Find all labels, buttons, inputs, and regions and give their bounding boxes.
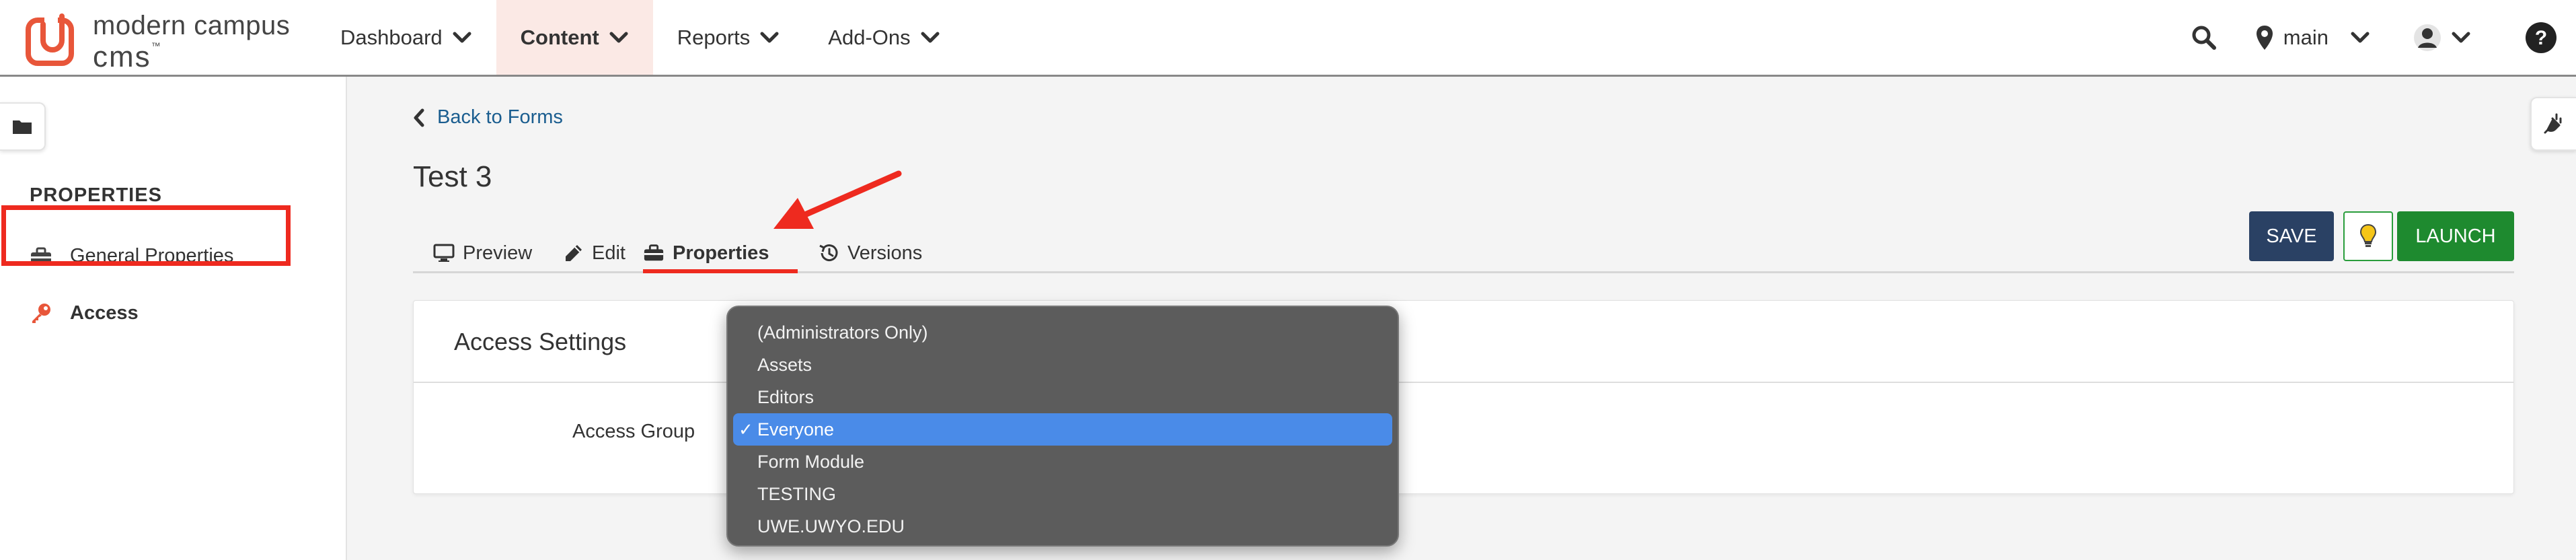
- help-button[interactable]: ?: [2525, 22, 2557, 54]
- access-group-dropdown[interactable]: (Administrators Only) Assets Editors ✓ E…: [726, 306, 1399, 547]
- user-menu[interactable]: [2413, 24, 2471, 52]
- user-icon: [2414, 24, 2441, 51]
- pencil-icon: [566, 245, 582, 261]
- chevron-down-icon: [609, 32, 628, 42]
- monitor-icon: [433, 244, 455, 262]
- option-label: (Administrators Only): [757, 322, 928, 343]
- tab-properties[interactable]: Properties: [643, 234, 769, 272]
- access-group-label: Access Group: [572, 421, 695, 442]
- tab-versions[interactable]: Versions: [818, 234, 922, 272]
- checkmark-icon: ✓: [738, 419, 753, 440]
- option-label: Everyone: [757, 419, 835, 440]
- folder-icon: [13, 120, 32, 134]
- brand-logo[interactable]: modern campus cms™: [24, 9, 300, 73]
- chevron-down-icon: [2351, 32, 2370, 42]
- chevron-down-icon: [921, 32, 940, 42]
- dropdown-option[interactable]: UWE.UWYO.EDU: [733, 510, 1392, 542]
- back-link-label: Back to Forms: [437, 106, 563, 128]
- lightbulb-icon: [2359, 223, 2377, 247]
- nav-dashboard-label: Dashboard: [340, 25, 443, 49]
- option-label: Form Module: [757, 451, 865, 472]
- map-pin-icon: [2256, 25, 2273, 50]
- plugins-toggle[interactable]: [2530, 97, 2576, 151]
- file-tree-toggle[interactable]: [0, 102, 46, 151]
- annotation-arrow: [773, 170, 902, 229]
- dropdown-option[interactable]: TESTING: [733, 478, 1392, 510]
- chevron-down-icon: [2452, 32, 2470, 42]
- sidebar-item-access[interactable]: Access: [30, 302, 139, 324]
- sidebar: PROPERTIES General Properties Access: [0, 77, 347, 560]
- chevron-down-icon: [453, 32, 471, 42]
- nav-reports[interactable]: Reports: [653, 0, 804, 75]
- highlight-box-access: [1, 205, 291, 266]
- header-tools: main ?: [2191, 0, 2557, 75]
- tab-label: Properties: [673, 242, 769, 264]
- tab-edit[interactable]: Edit: [564, 234, 626, 272]
- page-title: Test 3: [413, 160, 492, 193]
- tab-preview[interactable]: Preview: [433, 234, 532, 272]
- option-label: Assets: [757, 354, 812, 375]
- dropdown-option[interactable]: Assets: [733, 349, 1392, 381]
- nav-content-label: Content: [520, 25, 599, 49]
- nav-content[interactable]: Content: [496, 0, 653, 75]
- top-header: modern campus cms™ Dashboard Content Rep…: [0, 0, 2576, 77]
- sidebar-item-label: Access: [70, 302, 139, 324]
- option-label: Editors: [757, 386, 815, 407]
- dropdown-option-selected[interactable]: ✓ Everyone: [733, 413, 1392, 446]
- tab-label: Edit: [592, 242, 626, 264]
- option-label: TESTING: [757, 483, 837, 504]
- tips-button[interactable]: [2343, 211, 2393, 261]
- brand-line1: modern campus: [93, 11, 291, 40]
- launch-button[interactable]: LAUNCH: [2397, 211, 2514, 261]
- save-button[interactable]: SAVE: [2249, 211, 2334, 261]
- history-icon: [819, 244, 838, 262]
- nav-reports-label: Reports: [677, 25, 751, 49]
- brand-logo-icon: [26, 13, 74, 66]
- back-to-forms-link[interactable]: Back to Forms: [413, 106, 563, 129]
- search-icon: [2192, 26, 2216, 50]
- site-label: main: [2283, 25, 2328, 49]
- nav-dashboard[interactable]: Dashboard: [316, 0, 496, 75]
- search-button[interactable]: [2191, 24, 2218, 51]
- svg-text:?: ?: [2535, 27, 2547, 49]
- tab-bar: Preview Edit Properties Versions: [413, 226, 2514, 273]
- site-selector[interactable]: main: [2255, 24, 2370, 51]
- help-icon: ?: [2526, 22, 2556, 53]
- chevron-left-icon: [414, 108, 424, 127]
- chevron-down-icon: [760, 32, 779, 42]
- main-nav: Dashboard Content Reports Add-Ons: [316, 0, 964, 75]
- toolbox-icon: [644, 244, 664, 261]
- dropdown-option[interactable]: Editors: [733, 381, 1392, 413]
- nav-add-ons-label: Add-Ons: [828, 25, 911, 49]
- sidebar-heading: PROPERTIES: [30, 184, 162, 206]
- tab-label: Preview: [463, 242, 533, 264]
- card-title: Access Settings: [454, 328, 627, 355]
- tab-label: Versions: [847, 242, 923, 264]
- nav-add-ons[interactable]: Add-Ons: [804, 0, 964, 75]
- plug-icon: [2544, 113, 2562, 134]
- dropdown-option[interactable]: (Administrators Only): [733, 316, 1392, 349]
- key-icon: [32, 304, 50, 323]
- active-tab-indicator: [643, 269, 798, 273]
- option-label: UWE.UWYO.EDU: [757, 516, 905, 536]
- brand-line2: cms™: [93, 40, 161, 73]
- dropdown-option[interactable]: Form Module: [733, 446, 1392, 478]
